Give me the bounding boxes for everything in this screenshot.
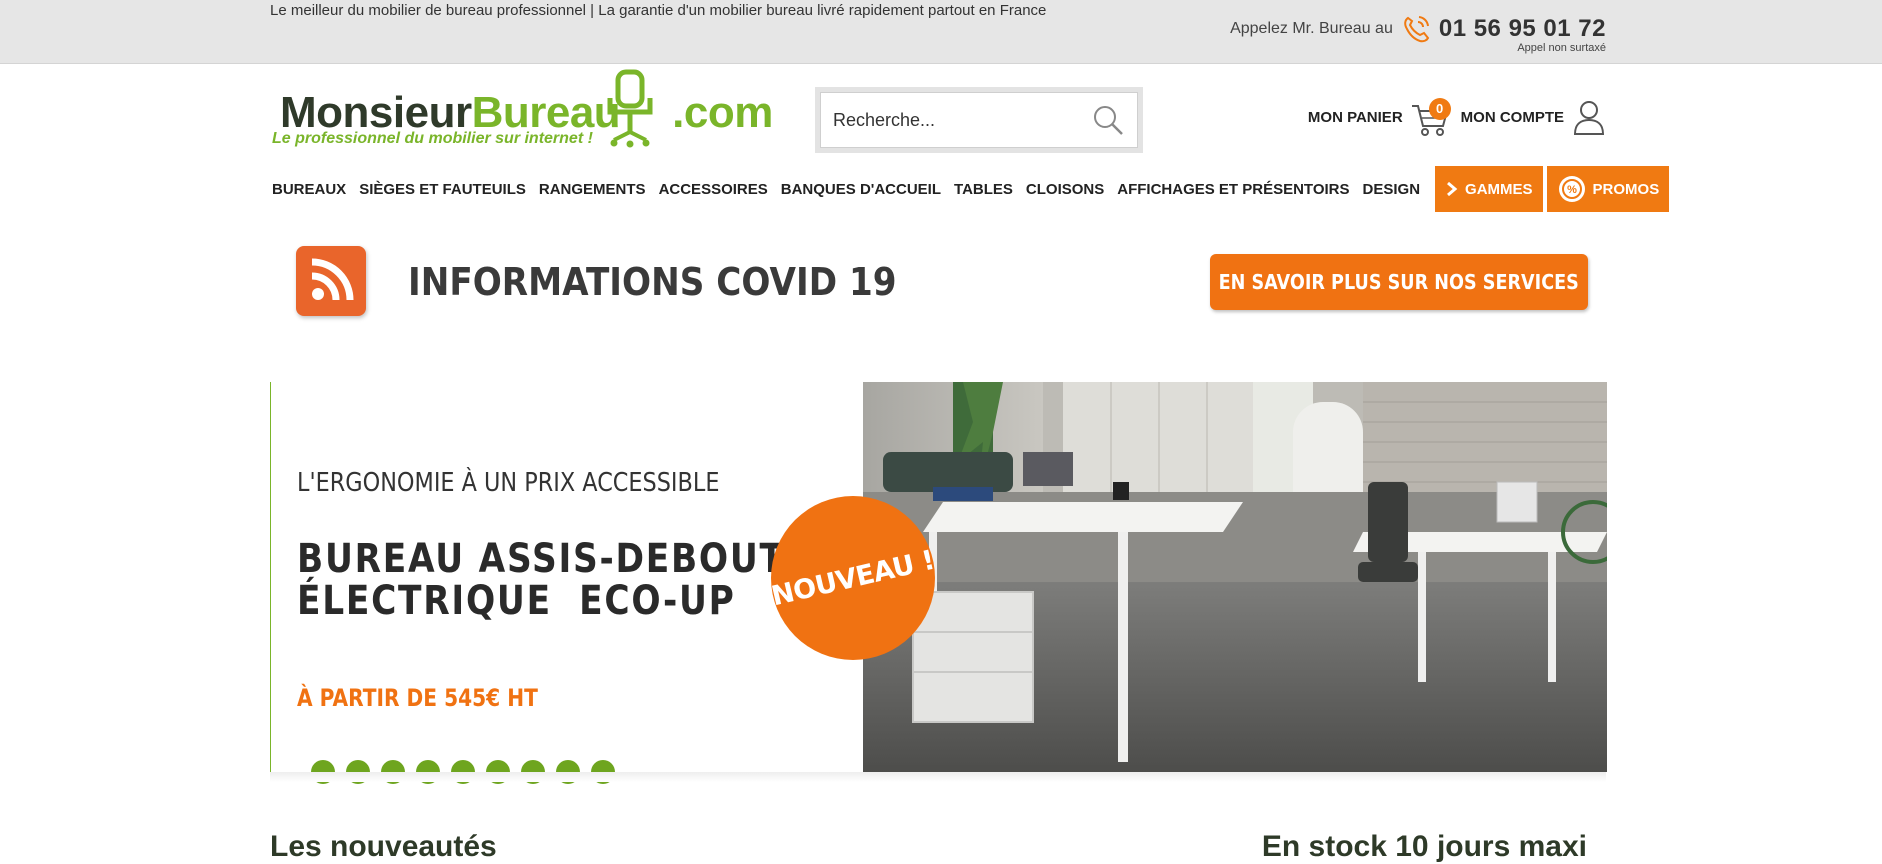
new-badge: NOUVEAU ! (768, 496, 938, 660)
svg-text:%: % (1567, 184, 1577, 196)
logo-slogan: Le professionnel du mobilier sur interne… (272, 130, 593, 147)
rss-icon (296, 246, 366, 316)
covid-title: INFORMATIONS COVID 19 (408, 260, 897, 304)
nav-item-cloisons[interactable]: CLOISONS (1024, 181, 1106, 198)
section-title-stock: En stock 10 jours maxi (1261, 830, 1587, 863)
new-badge-label: NOUVEAU ! (768, 544, 938, 612)
logo-part-com: .com (672, 88, 773, 137)
nav-item-rangements[interactable]: RANGEMENTS (537, 181, 648, 198)
cart-button[interactable]: 0 (1409, 96, 1451, 138)
phone-note: Appel non surtaxé (1517, 42, 1606, 54)
search-field (820, 92, 1138, 148)
hero-slider[interactable]: L'ERGONOMIE À UN PRIX ACCESSIBLE BUREAU … (270, 382, 1607, 784)
user-icon[interactable] (1572, 98, 1606, 136)
chevron-right-icon (1447, 181, 1458, 197)
user-links: MON PANIER 0 MON COMPTE (1308, 96, 1606, 138)
phone-number[interactable]: 01 56 95 01 72 (1439, 15, 1606, 43)
gammes-label: GAMMES (1465, 180, 1533, 198)
phone-icon (1404, 16, 1430, 43)
hero-kicker: L'ERGONOMIE À UN PRIX ACCESSIBLE (297, 468, 720, 498)
nav-item-banques[interactable]: BANQUES D'ACCUEIL (779, 181, 943, 198)
site-logo[interactable]: MonsieurBureau .com Le professionnel du m… (272, 66, 773, 152)
promos-label: PROMOS (1592, 180, 1660, 198)
nav-item-affichages[interactable]: AFFICHAGES ET PRÉSENTOIRS (1115, 181, 1351, 198)
office-photo (863, 382, 1607, 772)
gammes-button[interactable]: GAMMES (1435, 166, 1543, 212)
hero-shadow (270, 772, 1606, 782)
call-block[interactable]: Appelez Mr. Bureau au 01 56 95 01 72 (1230, 12, 1606, 46)
cart-link[interactable]: MON PANIER (1308, 109, 1403, 126)
section-title-new: Les nouveautés (270, 830, 497, 863)
promos-button[interactable]: % PROMOS (1546, 166, 1670, 212)
covid-banner[interactable]: INFORMATIONS COVID 19 EN SAVOIR PLUS SUR… (270, 236, 1606, 326)
top-bar: Le meilleur du mobilier de bureau profes… (0, 0, 1882, 64)
covid-services-button[interactable]: EN SAVOIR PLUS SUR NOS SERVICES (1210, 254, 1588, 310)
hero-price: À PARTIR DE 545€ HT (297, 684, 538, 712)
hero-headline: BUREAU ASSIS-DEBOUT ÉLECTRIQUE ECO-UP (297, 538, 785, 622)
call-label: Appelez Mr. Bureau au (1230, 20, 1393, 37)
nav-item-tables[interactable]: TABLES (952, 181, 1015, 198)
nav-item-accessoires[interactable]: ACCESSOIRES (657, 181, 770, 198)
percent-badge-icon: % (1558, 176, 1585, 202)
covid-button-label: EN SAVOIR PLUS SUR NOS SERVICES (1218, 270, 1580, 294)
hero-headline-line2: ÉLECTRIQUE ECO-UP (297, 578, 736, 624)
tagline: Le meilleur du mobilier de bureau profes… (270, 2, 1047, 19)
hero-headline-line1: BUREAU ASSIS-DEBOUT (297, 536, 785, 582)
search-box (815, 87, 1143, 153)
nav-item-design[interactable]: DESIGN (1361, 181, 1423, 198)
search-input[interactable] (833, 109, 1091, 131)
nav-item-sieges[interactable]: SIÈGES ET FAUTEUILS (357, 181, 528, 198)
cart-count-badge: 0 (1428, 98, 1451, 120)
account-link[interactable]: MON COMPTE (1461, 109, 1564, 126)
nav-item-bureaux[interactable]: BUREAUX (270, 181, 348, 198)
search-icon[interactable] (1091, 103, 1125, 137)
main-nav: BUREAUX SIÈGES ET FAUTEUILS RANGEMENTS A… (270, 166, 1670, 212)
office-chair-icon (607, 69, 653, 148)
